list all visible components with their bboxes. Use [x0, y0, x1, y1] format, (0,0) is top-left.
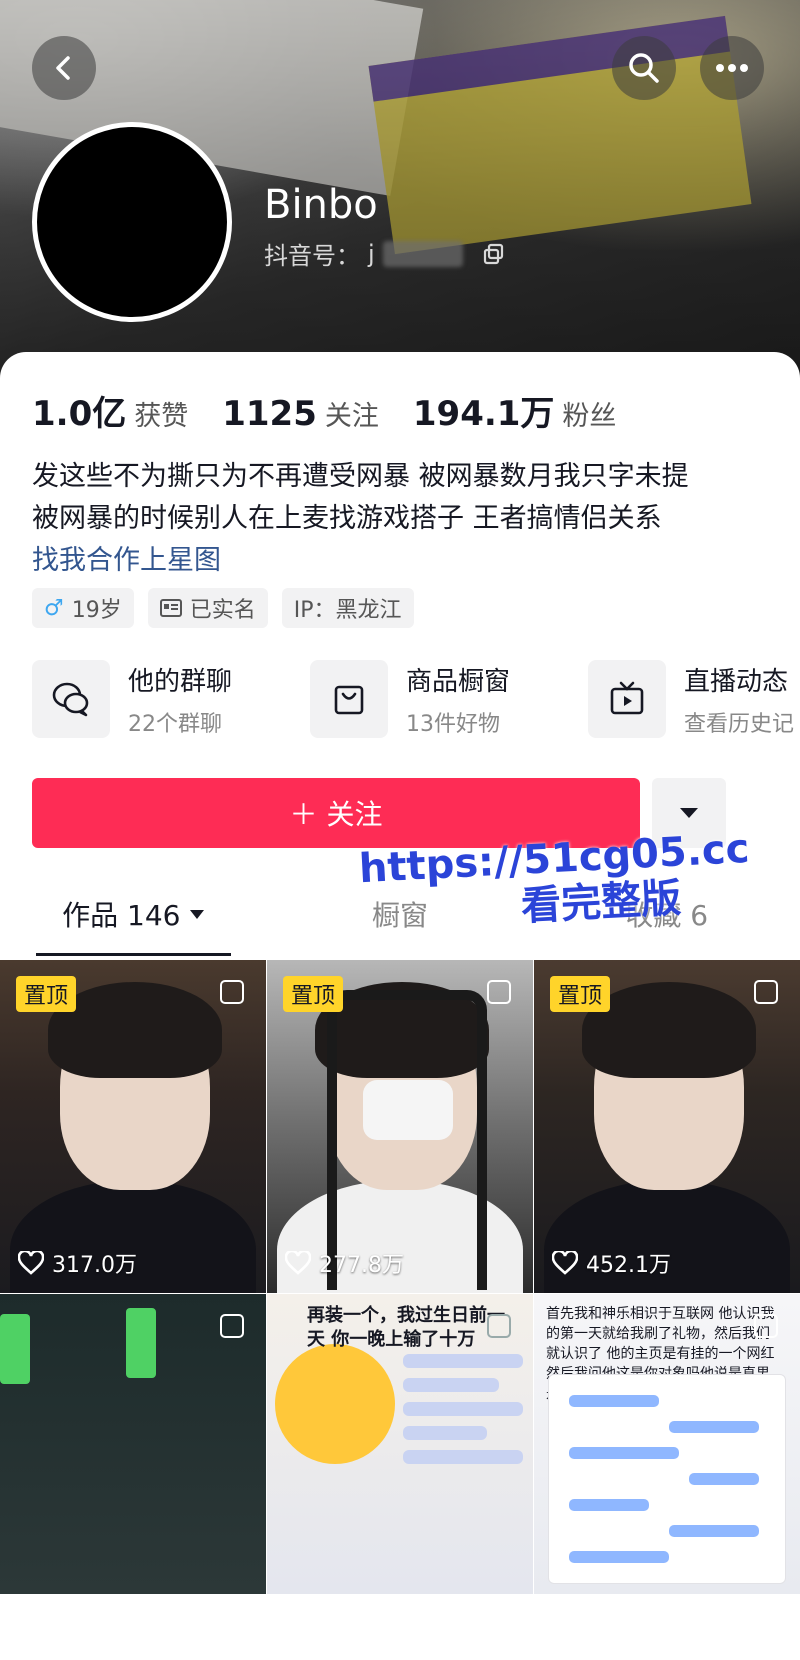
stat-likes[interactable]: 1.0亿 获赞: [32, 386, 188, 435]
avatar[interactable]: [32, 122, 232, 322]
profile-tags: ♂ 19岁 已实名 IP：黑龙江: [32, 588, 414, 628]
heart-icon: [18, 1251, 44, 1275]
stat-label: 关注: [324, 401, 379, 432]
bio-line-2: 被网暴的时候别人在上麦找游戏搭子 王者搞情侣关系: [32, 503, 662, 534]
video-tile[interactable]: 置顶 317.0万: [0, 960, 266, 1293]
like-count: 317.0万: [18, 1247, 137, 1279]
tv-icon: [588, 660, 666, 738]
chevron-left-icon: [56, 56, 70, 80]
select-checkbox[interactable]: [487, 980, 511, 1004]
account-id-value: j: [368, 239, 375, 268]
back-button[interactable]: [32, 36, 96, 100]
more-dots-icon: [716, 64, 748, 72]
select-checkbox[interactable]: [754, 1314, 778, 1338]
tab-works-label: 作品 146: [62, 899, 181, 932]
like-count-value: 452.1万: [586, 1253, 671, 1278]
select-checkbox[interactable]: [754, 980, 778, 1004]
video-tile[interactable]: 置顶 277.8万: [267, 960, 533, 1293]
feature-title: 商品橱窗: [406, 666, 511, 697]
like-count-value: 277.8万: [319, 1253, 404, 1278]
profile-nickname: Binbo: [264, 182, 378, 228]
stat-value: 194.1万: [412, 394, 555, 434]
feature-live-updates[interactable]: 直播动态 查看历史记: [588, 660, 800, 738]
like-count: 452.1万: [552, 1247, 671, 1279]
search-icon: [629, 53, 659, 83]
tag-ip: IP：黑龙江: [281, 588, 414, 628]
video-grid: 置顶 317.0万 置顶 277.8万 置顶 452.1万 再装一个，我过生日前…: [0, 960, 800, 1594]
pinned-badge: 置顶: [550, 976, 611, 1012]
stat-following[interactable]: 1125 关注: [222, 394, 379, 434]
account-id-redaction: [382, 240, 463, 267]
caret-down-icon: [189, 910, 204, 919]
heart-icon: [552, 1251, 578, 1275]
video-tile[interactable]: [0, 1294, 266, 1594]
profile-stats: 1.0亿 获赞 1125 关注 194.1万 粉丝: [32, 386, 650, 435]
copy-icon[interactable]: [483, 243, 505, 265]
feature-subtitle: 查看历史记: [684, 711, 795, 737]
caret-down-icon: [680, 808, 698, 818]
select-checkbox[interactable]: [220, 1314, 244, 1338]
more-options-button[interactable]: [700, 36, 764, 100]
feature-subtitle: 22个群聊: [128, 711, 222, 737]
video-tile[interactable]: 再装一个，我过生日前一天 你一晚上输了十万: [267, 1294, 533, 1594]
feature-title: 他的群聊: [128, 666, 233, 697]
video-caption: 再装一个，我过生日前一天 你一晚上输了十万: [307, 1305, 505, 1350]
feature-entries: 他的群聊 22个群聊 商品橱窗 13件好物 直播动态 查看历史记: [32, 660, 800, 738]
tag-verified: 已实名: [147, 588, 268, 628]
tag-ip-label: IP：黑龙江: [293, 598, 402, 623]
shopping-bag-icon: [310, 660, 388, 738]
chat-screenshot: [548, 1374, 786, 1584]
male-icon: ♂: [44, 595, 64, 621]
like-count: 277.8万: [285, 1247, 404, 1279]
video-tile[interactable]: 置顶 452.1万: [534, 960, 800, 1293]
account-id-label: 抖音号：: [264, 242, 360, 270]
pinned-badge: 置顶: [283, 976, 344, 1012]
tag-age: ♂ 19岁: [32, 588, 134, 628]
feature-title: 直播动态: [684, 666, 789, 697]
stat-label: 获赞: [134, 401, 189, 432]
feature-group-chats[interactable]: 他的群聊 22个群聊: [32, 660, 292, 738]
account-id-row: 抖音号： j: [264, 236, 505, 271]
laughing-emoji-image: [275, 1344, 395, 1464]
select-checkbox[interactable]: [220, 980, 244, 1004]
chat-bubbles-icon: [32, 660, 110, 738]
video-tile[interactable]: 首先我和神乐相识于互联网 他认识我的第一天就给我刷了礼物，然后我们就认识了 他的…: [534, 1294, 800, 1594]
pinned-badge: 置顶: [16, 976, 77, 1012]
feature-subtitle: 13件好物: [406, 711, 500, 737]
tag-age-label: 19岁: [71, 598, 122, 623]
profile-card: 1.0亿 获赞 1125 关注 194.1万 粉丝 发这些不为撕只为不再遭受网暴…: [0, 352, 800, 1660]
stat-label: 粉丝: [562, 401, 617, 432]
stat-value: 1125: [222, 394, 317, 434]
stat-followers[interactable]: 194.1万 粉丝: [413, 386, 617, 435]
profile-bio: 发这些不为撕只为不再遭受网暴 被网暴数月我只字未提 被网暴的时候别人在上麦找游戏…: [32, 456, 772, 540]
select-checkbox[interactable]: [487, 1314, 511, 1338]
bio-link[interactable]: 找我合作上星图: [32, 538, 221, 577]
like-count-value: 317.0万: [52, 1253, 137, 1278]
stat-value: 1.0亿: [32, 394, 127, 434]
feature-shop-window[interactable]: 商品橱窗 13件好物: [310, 660, 570, 738]
search-button[interactable]: [612, 36, 676, 100]
heart-icon: [285, 1251, 311, 1275]
tag-verified-label: 已实名: [189, 598, 256, 623]
tab-works[interactable]: 作品 146: [0, 872, 267, 956]
bio-line-1: 发这些不为撕只为不再遭受网暴 被网暴数月我只字未提: [32, 461, 689, 492]
id-card-icon: [159, 599, 182, 617]
